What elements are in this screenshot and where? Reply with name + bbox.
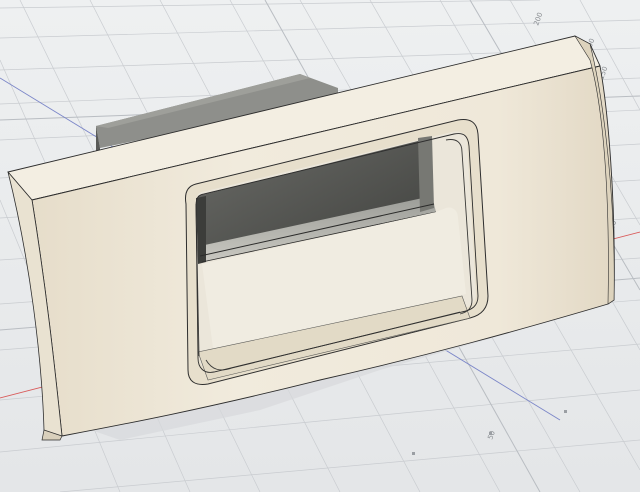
ruler-tick-label: 50 [486,430,497,441]
ruler-tick-label: 200 [532,11,544,26]
scene-canvas[interactable]: 200 200 150 100 50 [0,0,640,492]
model-viewport[interactable]: 200 200 150 100 50 [0,0,640,492]
